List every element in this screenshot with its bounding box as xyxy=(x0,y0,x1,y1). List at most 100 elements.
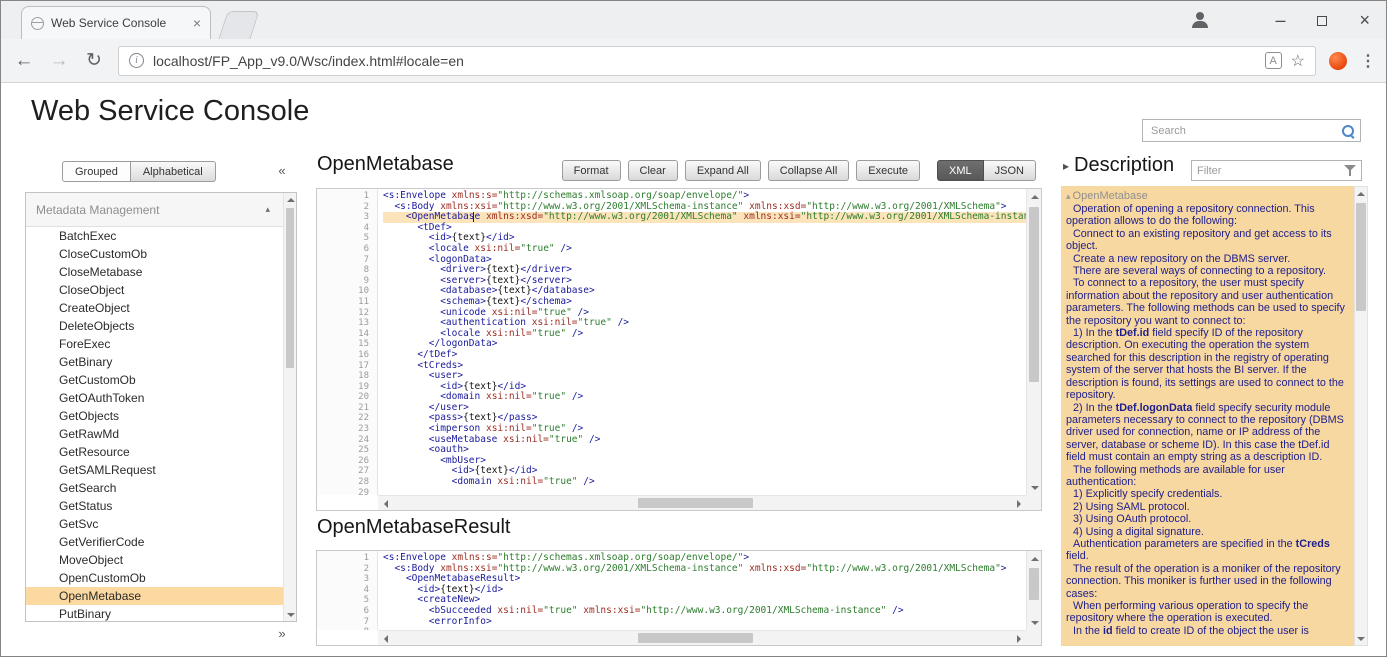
scrollbar-thumb[interactable] xyxy=(1029,207,1039,382)
expand-all-button[interactable]: Expand All xyxy=(685,160,761,181)
scrollbar-thumb[interactable] xyxy=(638,498,753,508)
filter-input[interactable] xyxy=(1197,165,1344,177)
grouped-button[interactable]: Grouped xyxy=(62,161,131,182)
browser-toolbar: ← → ↻ i localhost/FP_App_v9.0/Wsc/index.… xyxy=(1,39,1386,83)
request-editor-vscrollbar[interactable] xyxy=(1026,189,1041,495)
back-button[interactable]: ← xyxy=(13,50,35,72)
description-paragraph: Authentication parameters are specified … xyxy=(1066,538,1346,563)
sidebar-item-getverifiercode[interactable]: GetVerifierCode xyxy=(26,533,283,551)
sidebar-item-getbinary[interactable]: GetBinary xyxy=(26,353,283,371)
search-input[interactable] xyxy=(1151,125,1341,137)
tab-close-icon[interactable]: × xyxy=(193,16,201,30)
sidebar-item-getobjects[interactable]: GetObjects xyxy=(26,407,283,425)
scroll-down-icon[interactable] xyxy=(1027,615,1042,630)
scroll-left-icon[interactable] xyxy=(378,496,393,511)
sidebar-item-getrawmd[interactable]: GetRawMd xyxy=(26,425,283,443)
response-editor[interactable]: 12345678 <s:Envelope xmlns:s="http://sch… xyxy=(316,550,1042,646)
format-view-toggle: XML JSON xyxy=(937,160,1036,181)
scrollbar-thumb[interactable] xyxy=(1029,568,1039,600)
scroll-up-icon[interactable] xyxy=(284,193,297,206)
group-header[interactable]: Metadata Management ▴ xyxy=(26,193,296,227)
scroll-down-icon[interactable] xyxy=(1027,480,1042,495)
url-text[interactable]: localhost/FP_App_v9.0/Wsc/index.html#loc… xyxy=(153,53,1256,69)
description-section-header[interactable]: ▴ OpenMetabase xyxy=(1066,190,1346,202)
sidebar-item-getoauthtoken[interactable]: GetOAuthToken xyxy=(26,389,283,407)
scroll-up-icon[interactable] xyxy=(1027,189,1042,204)
sidebar-collapse-button[interactable]: « xyxy=(269,163,295,178)
format-button[interactable]: Format xyxy=(562,160,621,181)
description-paragraph: There are several ways of connecting to … xyxy=(1066,265,1346,277)
page-title: Web Service Console xyxy=(31,95,309,128)
group-header-label: Metadata Management xyxy=(36,203,159,217)
scrollbar-thumb[interactable] xyxy=(638,633,753,643)
minimize-button[interactable]: – xyxy=(1275,11,1285,29)
profile-icon[interactable] xyxy=(1191,11,1209,29)
close-window-button[interactable]: × xyxy=(1359,11,1370,29)
scroll-down-icon[interactable] xyxy=(1355,632,1367,645)
description-scrollbar[interactable] xyxy=(1354,186,1368,646)
description-paragraph: Connect to an existing repository and ge… xyxy=(1066,228,1346,253)
filter-funnel-icon xyxy=(1344,164,1356,177)
address-bar[interactable]: i localhost/FP_App_v9.0/Wsc/index.html#l… xyxy=(118,46,1316,76)
alphabetical-button[interactable]: Alphabetical xyxy=(131,161,216,182)
group-collapse-icon[interactable]: ▴ xyxy=(265,204,270,215)
sidebar-item-closeobject[interactable]: CloseObject xyxy=(26,281,283,299)
xml-tab[interactable]: XML xyxy=(937,160,984,181)
sidebar-item-getresource[interactable]: GetResource xyxy=(26,443,283,461)
sidebar-item-moveobject[interactable]: MoveObject xyxy=(26,551,283,569)
filter-box xyxy=(1191,160,1362,181)
json-tab[interactable]: JSON xyxy=(984,160,1036,181)
sidebar-item-closecustomob[interactable]: CloseCustomOb xyxy=(26,245,283,263)
sidebar-item-getsamlrequest[interactable]: GetSAMLRequest xyxy=(26,461,283,479)
sidebar-item-openmetabase[interactable]: OpenMetabase xyxy=(26,587,283,605)
search-icon[interactable] xyxy=(1341,124,1355,138)
bookmark-star-icon[interactable]: ☆ xyxy=(1291,51,1305,71)
scrollbar-thumb[interactable] xyxy=(1356,203,1366,311)
sidebar-item-getstatus[interactable]: GetStatus xyxy=(26,497,283,515)
sidebar-item-opencustomob[interactable]: OpenCustomOb xyxy=(26,569,283,587)
forward-button[interactable]: → xyxy=(48,50,70,72)
sidebar-scrollbar[interactable] xyxy=(283,193,296,621)
scroll-right-icon[interactable] xyxy=(1011,631,1026,646)
description-paragraph: Operation of opening a repository connec… xyxy=(1066,203,1346,228)
sidebar-item-putbinary[interactable]: PutBinary xyxy=(26,605,283,621)
description-paragraph: 3) Using OAuth protocol. xyxy=(1066,513,1346,525)
request-code[interactable]: <s:Envelope xmlns:s="http://schemas.xmls… xyxy=(378,189,1026,495)
scroll-down-icon[interactable] xyxy=(284,608,297,621)
sidebar-item-getcustomob[interactable]: GetCustomOb xyxy=(26,371,283,389)
new-tab-button[interactable] xyxy=(218,11,259,39)
clear-button[interactable]: Clear xyxy=(628,160,678,181)
scroll-up-icon[interactable] xyxy=(1027,551,1042,566)
sidebar-item-deleteobjects[interactable]: DeleteObjects xyxy=(26,317,283,335)
browser-tab[interactable]: Web Service Console × xyxy=(21,6,211,39)
description-paragraph: 1) In the tDef.id field specify ID of th… xyxy=(1066,327,1346,401)
response-code[interactable]: <s:Envelope xmlns:s="http://schemas.xmls… xyxy=(378,551,1026,630)
translate-icon[interactable]: A xyxy=(1265,52,1282,69)
scroll-right-icon[interactable] xyxy=(1011,496,1026,511)
browser-window: Web Service Console × – × ← → ↻ i localh… xyxy=(0,0,1387,657)
description-paragraph: 2) Using SAML protocol. xyxy=(1066,501,1346,513)
response-editor-hscrollbar[interactable] xyxy=(378,630,1026,645)
response-editor-vscrollbar[interactable] xyxy=(1026,551,1041,630)
scroll-up-icon[interactable] xyxy=(1355,187,1367,200)
extension-icon[interactable] xyxy=(1329,52,1347,70)
sidebar-item-createobject[interactable]: CreateObject xyxy=(26,299,283,317)
maximize-button[interactable] xyxy=(1317,11,1327,29)
page-info-icon[interactable]: i xyxy=(129,53,144,68)
scroll-left-icon[interactable] xyxy=(378,631,393,646)
reload-button[interactable]: ↻ xyxy=(83,49,105,72)
request-editor[interactable]: 1234567891011121314151617181920212223242… xyxy=(316,188,1042,511)
sidebar-item-batchexec[interactable]: BatchExec xyxy=(26,227,283,245)
sidebar-item-closemetabase[interactable]: CloseMetabase xyxy=(26,263,283,281)
scrollbar-thumb[interactable] xyxy=(286,208,294,368)
description-collapse-icon[interactable]: ▸ xyxy=(1063,159,1069,173)
execute-button[interactable]: Execute xyxy=(856,160,920,181)
section-collapse-icon[interactable]: ▴ xyxy=(1066,191,1071,202)
request-editor-hscrollbar[interactable] xyxy=(378,495,1026,510)
sidebar-item-foreexec[interactable]: ForeExec xyxy=(26,335,283,353)
sidebar-item-getsvc[interactable]: GetSvc xyxy=(26,515,283,533)
collapse-all-button[interactable]: Collapse All xyxy=(768,160,849,181)
sidebar-item-getsearch[interactable]: GetSearch xyxy=(26,479,283,497)
sidebar-expand-button[interactable]: » xyxy=(269,626,295,641)
browser-menu-icon[interactable]: ⋮ xyxy=(1360,51,1374,71)
